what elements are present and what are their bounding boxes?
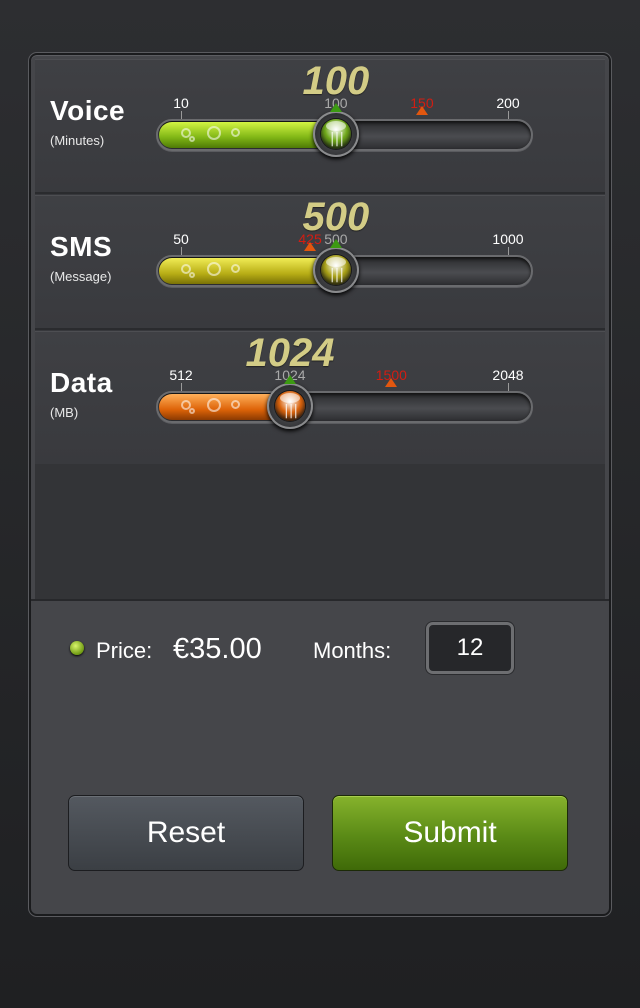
slider-row-data: Data (MB) 1024 512 1024 2048 1500 ||| (35, 331, 605, 466)
reference-marker-icon (304, 242, 317, 251)
slider-max-label: 1000 (492, 231, 524, 247)
price-value: €35.00 (173, 633, 262, 665)
slider-list: Voice (Minutes) 100 10 100 200 150 ||| S… (35, 59, 605, 599)
slider-max-label: 200 (496, 95, 520, 111)
months-input[interactable] (426, 622, 514, 674)
slider-thumb[interactable]: ||| (267, 375, 313, 429)
slider-unit: (Message) (50, 269, 112, 284)
thumb-pointer-icon (329, 103, 342, 112)
fill-bubble (207, 262, 221, 276)
grip-icon: ||| (329, 131, 345, 147)
slider-label: SMS (50, 231, 113, 262)
thumb-gloss (325, 257, 346, 267)
thumb-gloss (280, 393, 300, 403)
submit-button[interactable]: Submit (332, 795, 568, 871)
fill-bubble (189, 272, 195, 278)
slider-label: Voice (50, 95, 126, 126)
months-label: Months: (313, 638, 392, 663)
price-label: Price: (96, 638, 153, 663)
fill-bubble (207, 398, 221, 412)
thumb-pointer-icon (284, 375, 296, 384)
slider-fill (159, 258, 339, 284)
slider-fill (159, 122, 339, 148)
slider-unit: (Minutes) (50, 133, 105, 148)
fill-bubble (189, 408, 195, 414)
slider-label: Data (50, 367, 113, 398)
status-dot-icon (70, 641, 84, 655)
slider-max-label: 2048 (492, 367, 524, 383)
slider-thumb[interactable]: ||| (312, 239, 359, 293)
slider-min-label: 50 (173, 231, 189, 247)
slider-min-label: 512 (169, 367, 193, 383)
slider-unit: (MB) (50, 405, 79, 420)
fill-bubble (231, 128, 240, 137)
slider-row-sms: SMS (Message) 500 50 500 1000 425 ||| (35, 195, 605, 330)
slider-track[interactable] (156, 391, 533, 423)
thumb-gloss (325, 121, 346, 131)
reference-marker-icon (415, 106, 428, 115)
fill-bubble (231, 400, 240, 409)
slider-min-label: 10 (173, 95, 189, 111)
slider-thumb[interactable]: ||| (312, 103, 359, 157)
slider-row-voice: Voice (Minutes) 100 10 100 200 150 ||| (35, 59, 605, 194)
grip-icon: ||| (284, 403, 299, 419)
empty-area (35, 464, 605, 599)
reference-marker-icon (385, 378, 398, 387)
fill-bubble (189, 136, 195, 142)
fill-bubble (231, 264, 240, 273)
grip-icon: ||| (329, 267, 345, 283)
thumb-pointer-icon (329, 239, 342, 248)
reset-button[interactable]: Reset (68, 795, 304, 871)
fill-bubble (207, 126, 221, 140)
divider (31, 599, 609, 601)
plan-panel: Voice (Minutes) 100 10 100 200 150 ||| S… (29, 53, 611, 916)
